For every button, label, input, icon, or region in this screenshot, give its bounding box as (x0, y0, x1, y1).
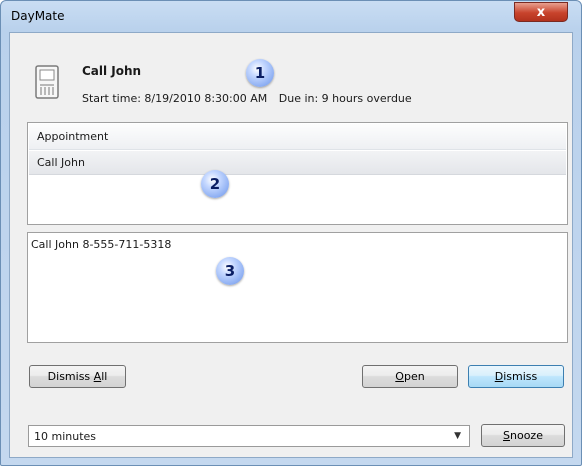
list-item[interactable]: Call John (29, 151, 566, 175)
window-title: DayMate (11, 9, 65, 23)
open-label-key: O (395, 370, 404, 383)
reminder-icon (35, 65, 59, 99)
open-label-post: pen (403, 370, 425, 383)
snooze-label-post: nooze (510, 429, 543, 442)
callout-badge-1: 1 (246, 59, 274, 87)
due-text: Due in: 9 hours overdue (278, 92, 412, 105)
dismiss-all-label-pre: Dismiss (47, 370, 94, 383)
dismiss-all-button[interactable]: Dismiss All (29, 365, 126, 388)
snooze-duration-value: 10 minutes (34, 430, 97, 443)
list-header-appointment: Appointment (29, 124, 566, 150)
dismiss-all-label-post: ll (101, 370, 108, 383)
reminder-subject: Call John (82, 64, 142, 78)
callout-badge-2: 2 (201, 170, 229, 198)
snooze-duration-select[interactable]: 10 minutes ▼ (28, 425, 470, 447)
reminder-info: Start time: 8/19/2010 8:30:00 AM Due in:… (82, 92, 420, 105)
reminder-list[interactable]: Appointment Call John (27, 122, 568, 225)
notes-textarea[interactable]: Call John 8-555-711-5318 (27, 232, 568, 343)
close-button[interactable]: x (514, 2, 568, 22)
title-bar[interactable]: DayMate x (1, 1, 581, 33)
chevron-down-icon[interactable]: ▼ (454, 431, 461, 441)
snooze-button[interactable]: Snooze (481, 424, 565, 447)
start-time-text: Start time: 8/19/2010 8:30:00 AM (82, 92, 268, 105)
dismiss-label-key: D (494, 370, 504, 383)
dismiss-button[interactable]: Dismiss (468, 365, 564, 388)
dismiss-label-post: ismiss (503, 370, 538, 383)
open-button[interactable]: Open (362, 365, 458, 388)
snooze-label-key: S (503, 429, 510, 442)
callout-badge-3: 3 (216, 257, 244, 285)
